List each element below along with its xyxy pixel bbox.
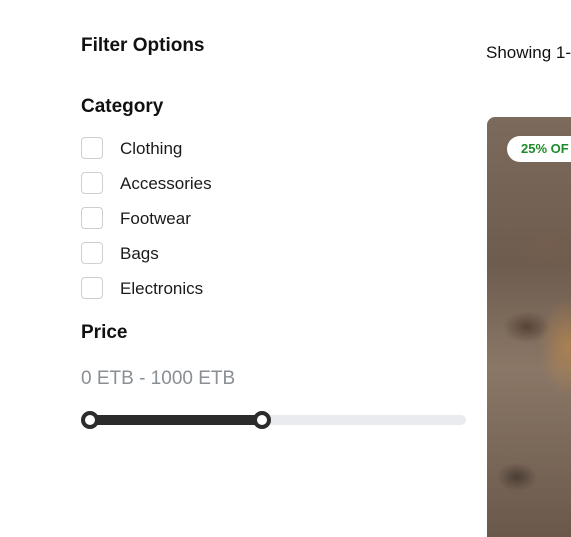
category-title: Category — [81, 96, 164, 117]
category-item-electronics[interactable]: Electronics — [81, 277, 212, 312]
category-item-footwear[interactable]: Footwear — [81, 207, 212, 242]
discount-badge: 25% OF — [507, 136, 571, 162]
filter-options-title: Filter Options — [81, 35, 205, 56]
filter-sidebar: Filter Options Category Clothing Accesso… — [0, 0, 480, 524]
category-item-bags[interactable]: Bags — [81, 242, 212, 277]
footwear-checkbox[interactable] — [81, 207, 103, 229]
accessories-checkbox[interactable] — [81, 172, 103, 194]
category-label: Clothing — [120, 139, 183, 158]
category-label: Accessories — [120, 174, 212, 193]
category-label: Footwear — [120, 209, 191, 228]
category-list: Clothing Accessories Footwear Bags Elect… — [81, 137, 212, 312]
price-title: Price — [81, 322, 128, 343]
category-label: Bags — [120, 244, 159, 263]
slider-min-handle[interactable] — [81, 411, 99, 429]
category-item-accessories[interactable]: Accessories — [81, 172, 212, 207]
price-range-text: 0 ETB - 1000 ETB — [81, 368, 236, 389]
slider-fill — [90, 415, 263, 425]
bags-checkbox[interactable] — [81, 242, 103, 264]
product-image[interactable] — [487, 117, 571, 537]
clothing-checkbox[interactable] — [81, 137, 103, 159]
results-count: Showing 1- — [486, 43, 571, 62]
category-item-clothing[interactable]: Clothing — [81, 137, 212, 172]
product-card[interactable]: 25% OF — [487, 117, 571, 537]
category-label: Electronics — [120, 279, 204, 298]
electronics-checkbox[interactable] — [81, 277, 103, 299]
slider-max-handle[interactable] — [253, 411, 272, 429]
price-range-slider[interactable] — [81, 409, 466, 431]
